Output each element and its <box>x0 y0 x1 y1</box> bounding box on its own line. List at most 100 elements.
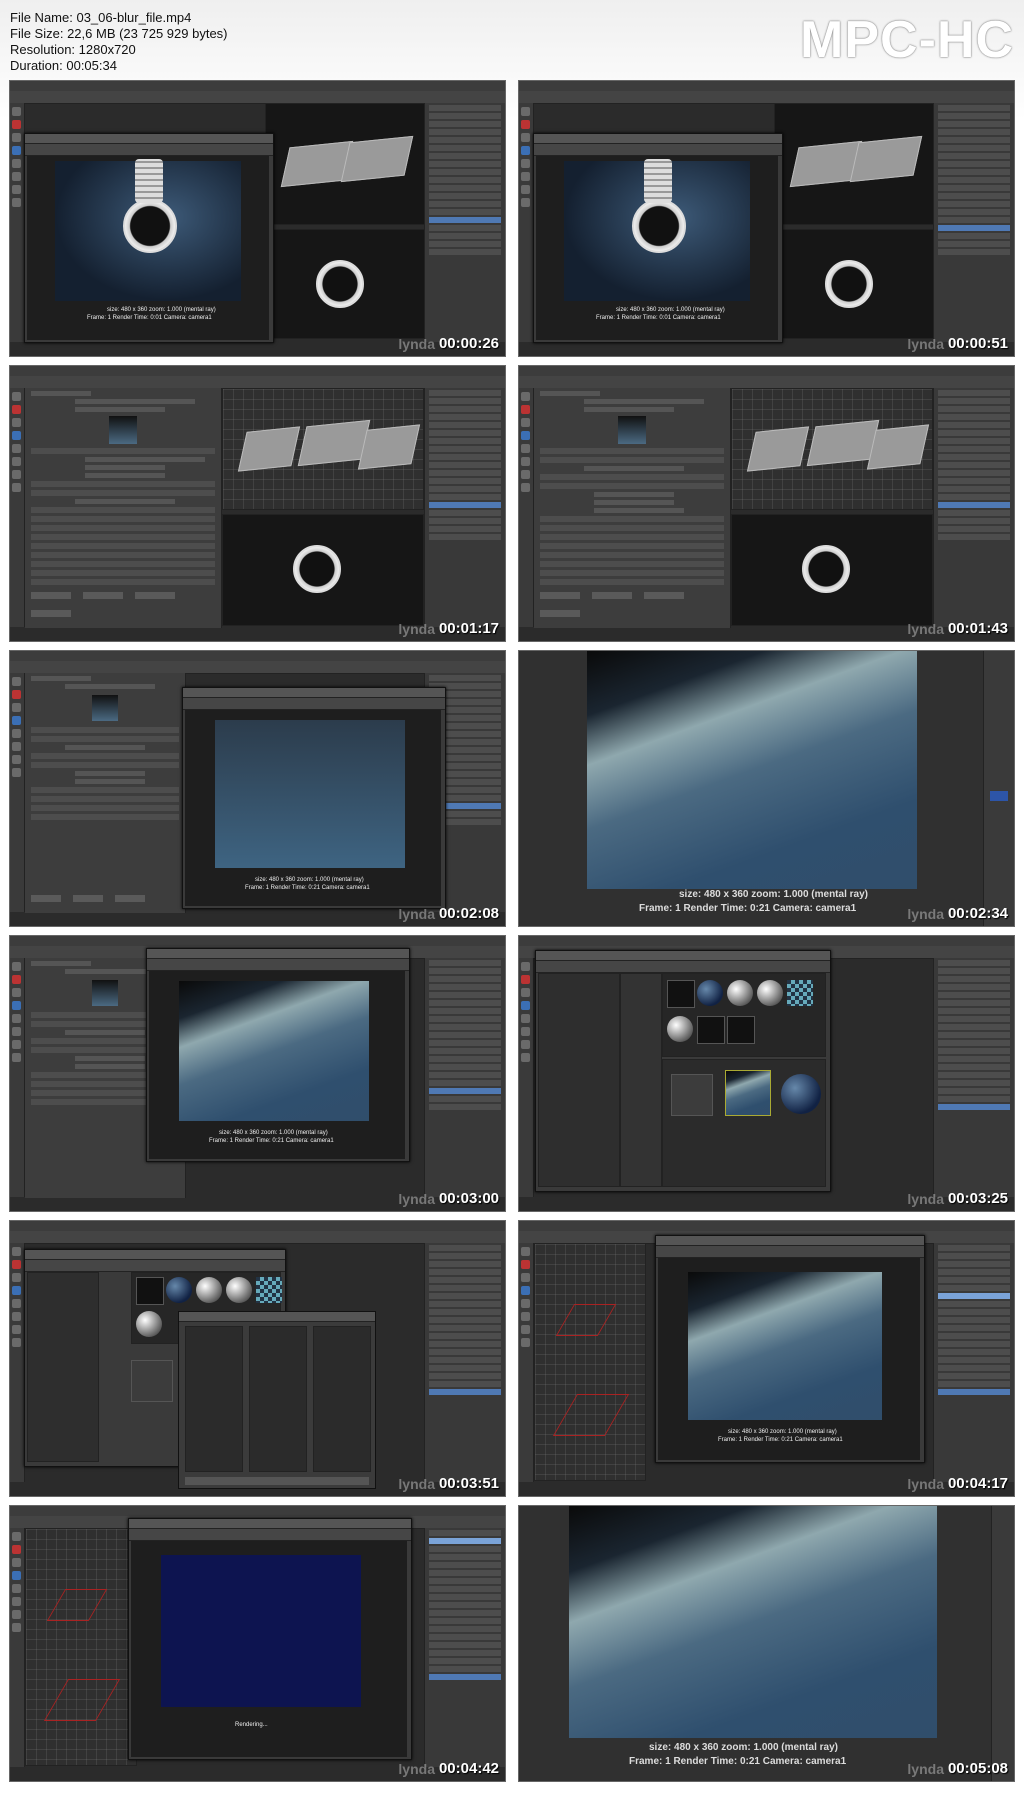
layer-editor-panel <box>424 388 505 627</box>
thumbnail-4[interactable]: lynda 00:01:43 <box>518 365 1015 642</box>
render-caption: size: 480 x 360 zoom: 1.000 (mental ray) <box>219 1130 328 1136</box>
lynda-watermark: lynda <box>398 906 435 922</box>
watch-strap <box>644 159 672 203</box>
node-tree-panel[interactable] <box>27 1272 99 1462</box>
attribute-editor[interactable] <box>534 388 731 628</box>
window-titlebar[interactable] <box>534 134 782 144</box>
plane-mesh <box>746 426 810 472</box>
watch-model <box>316 260 364 308</box>
thumbnail-timecode: 00:05:08 <box>947 1760 1008 1777</box>
texture-preview <box>109 416 137 444</box>
thumbnail-5[interactable]: size: 480 x 360 zoom: 1.000 (mental ray)… <box>9 650 506 927</box>
thumbnail-9[interactable]: lynda 00:03:51 <box>9 1220 506 1497</box>
nonkeyable-list[interactable] <box>249 1326 307 1472</box>
window-titlebar[interactable] <box>129 1519 411 1529</box>
render-image <box>161 1555 361 1707</box>
thumbnail-10[interactable]: size: 480 x 360 zoom: 1.000 (mental ray)… <box>518 1220 1015 1497</box>
render-view-window[interactable]: size: 480 x 360 zoom: 1.000 (mental ray)… <box>24 133 274 343</box>
viewport-persp <box>731 388 933 510</box>
render-image <box>55 159 241 301</box>
render-caption: size: 480 x 360 zoom: 1.000 (mental ray) <box>649 1742 838 1753</box>
texture-preview <box>618 416 646 444</box>
create-nodes-list[interactable] <box>620 973 662 1187</box>
keyable-list[interactable] <box>185 1326 243 1472</box>
hypershade-toolbar <box>25 1260 285 1272</box>
material-node[interactable] <box>781 1074 821 1114</box>
render-view-toolbar <box>656 1246 924 1258</box>
hypershade-toolbar <box>536 961 830 973</box>
render-caption: size: 480 x 360 zoom: 1.000 (mental ray) <box>679 889 868 900</box>
place2d-node[interactable] <box>671 1074 713 1116</box>
lynda-watermark: lynda <box>398 1761 435 1777</box>
lynda-watermark: lynda <box>907 621 944 637</box>
layer-editor-panel <box>933 388 1014 627</box>
thumbnail-2[interactable]: size: 480 x 360 zoom: 1.000 (mental ray)… <box>518 80 1015 357</box>
tool-shelf <box>10 388 25 627</box>
render-caption-2: Frame: 1 Render Time: 0:01 Camera: camer… <box>596 315 721 321</box>
plane-mesh <box>866 424 930 470</box>
tool-shelf <box>10 673 25 912</box>
render-view-window[interactable]: size: 480 x 360 zoom: 1.000 (mental ray)… <box>533 133 783 343</box>
render-view-window[interactable]: size: 480 x 360 zoom: 1.000 (mental ray)… <box>182 687 446 909</box>
thumbnail-11[interactable]: Rendering... lynda 00:04:42 <box>9 1505 506 1782</box>
thumbnail-timecode: 00:04:42 <box>438 1760 499 1777</box>
lynda-watermark: lynda <box>398 1191 435 1207</box>
thumbnail-7[interactable]: size: 480 x 360 zoom: 1.000 (mental ray)… <box>9 935 506 1212</box>
window-titlebar[interactable] <box>25 1250 285 1260</box>
plane-mesh <box>849 135 923 183</box>
material-swatches[interactable] <box>662 973 826 1057</box>
file-texture-node[interactable] <box>725 1070 771 1116</box>
nonkeyable-displayed-list[interactable] <box>313 1326 371 1472</box>
render-view-toolbar <box>183 698 445 710</box>
layer-editor-panel <box>424 103 505 342</box>
render-image <box>179 981 369 1121</box>
hypershade-window[interactable] <box>535 950 831 1192</box>
dialog-titlebar[interactable] <box>179 1312 375 1322</box>
render-area: size: 480 x 360 zoom: 1.000 (mental ray)… <box>185 710 441 906</box>
thumbnail-timecode: 00:01:17 <box>438 620 499 637</box>
render-area: size: 480 x 360 zoom: 1.000 (mental ray)… <box>149 971 405 1159</box>
thumbnail-timecode: 00:02:08 <box>438 905 499 922</box>
lynda-watermark: lynda <box>907 906 944 922</box>
thumbnail-6[interactable]: size: 480 x 360 zoom: 1.000 (mental ray)… <box>518 650 1015 927</box>
render-view-toolbar <box>534 144 782 156</box>
render-image <box>688 1272 882 1420</box>
thumbnail-timecode: 00:02:34 <box>947 905 1008 922</box>
viewport-persp <box>25 1528 137 1766</box>
thumbnail-8[interactable]: lynda 00:03:25 <box>518 935 1015 1212</box>
attribute-editor[interactable] <box>25 388 222 628</box>
tool-shelf <box>519 388 534 627</box>
render-image-zoomed <box>569 1506 937 1738</box>
watch-model <box>293 545 341 593</box>
dialog-buttons[interactable] <box>185 1477 369 1485</box>
thumbnail-timecode: 00:00:51 <box>947 335 1008 352</box>
viewport-camera <box>222 514 424 626</box>
thumbnail-timecode: 00:04:17 <box>947 1475 1008 1492</box>
window-titlebar[interactable] <box>536 951 830 961</box>
thumbnail-12[interactable]: size: 480 x 360 zoom: 1.000 (mental ray)… <box>518 1505 1015 1782</box>
window-titlebar[interactable] <box>25 134 273 144</box>
render-caption-2: Frame: 1 Render Time: 0:21 Camera: camer… <box>245 885 370 891</box>
node-tree-panel[interactable] <box>538 973 620 1187</box>
lynda-watermark: lynda <box>907 336 944 352</box>
thumbnail-1[interactable]: size: 480 x 360 zoom: 1.000 (mental ray)… <box>9 80 506 357</box>
render-view-window[interactable]: size: 480 x 360 zoom: 1.000 (mental ray)… <box>655 1235 925 1463</box>
render-view-window[interactable]: size: 480 x 360 zoom: 1.000 (mental ray)… <box>146 948 410 1162</box>
render-area: size: 480 x 360 zoom: 1.000 (mental ray)… <box>27 156 269 340</box>
viewport-persp <box>265 103 427 225</box>
window-titlebar[interactable] <box>183 688 445 698</box>
render-caption: size: 480 x 360 zoom: 1.000 (mental ray) <box>255 877 364 883</box>
render-caption-2: Frame: 1 Render Time: 0:01 Camera: camer… <box>87 315 212 321</box>
channel-control-dialog[interactable] <box>178 1311 376 1489</box>
render-caption: size: 480 x 360 zoom: 1.000 (mental ray) <box>616 307 725 313</box>
attribute-editor[interactable] <box>25 673 186 913</box>
layer-editor-panel <box>424 1528 505 1767</box>
render-view-window[interactable]: Rendering... <box>128 1518 412 1760</box>
window-titlebar[interactable] <box>147 949 409 959</box>
work-area[interactable] <box>662 1059 826 1187</box>
thumbnail-3[interactable]: lynda 00:01:17 <box>9 365 506 642</box>
thumbnail-timecode: 00:03:25 <box>947 1190 1008 1207</box>
place2d-node[interactable] <box>131 1360 173 1402</box>
window-titlebar[interactable] <box>656 1236 924 1246</box>
plane-mesh <box>357 424 421 470</box>
